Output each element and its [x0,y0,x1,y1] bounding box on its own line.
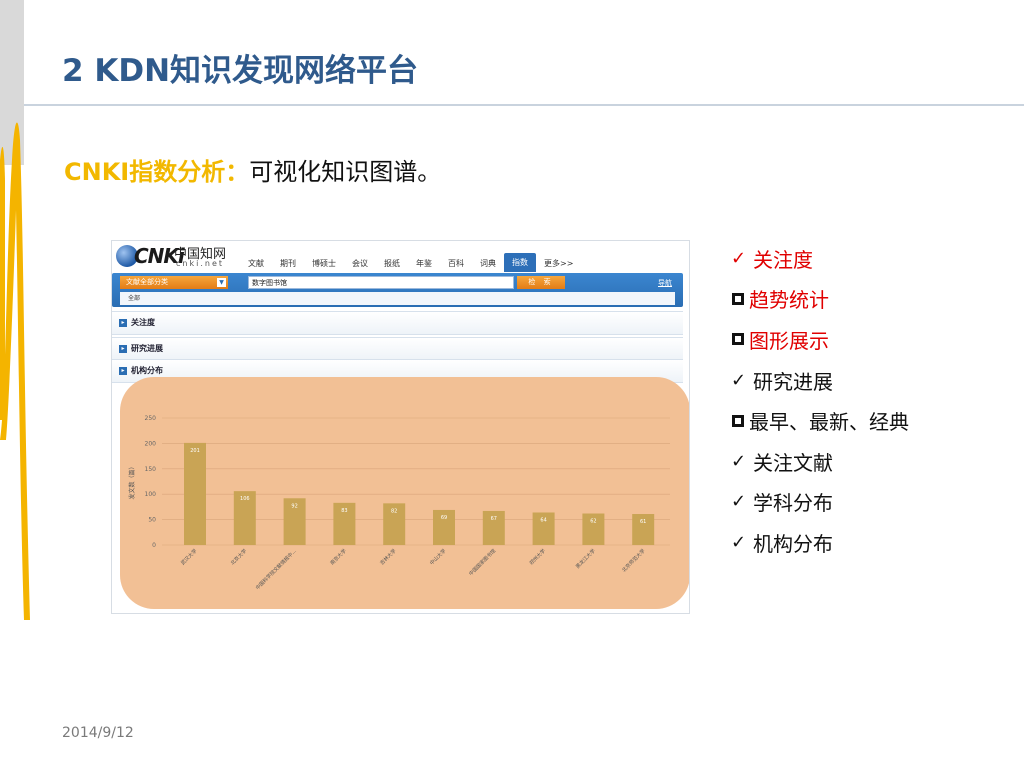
x-tick-label: 中山大学 [428,547,447,566]
x-tick-label: 北京师范大学 [620,547,646,573]
tab-qikan[interactable]: 期刊 [272,255,304,272]
bar-value-label: 83 [341,508,347,514]
section-attention[interactable]: ▸ 关注度 [112,311,683,335]
section-research-label: 研究进展 [131,344,163,353]
tab-huiyi[interactable]: 会议 [344,255,376,272]
slide-subtitle: CNKI指数分析：可视化知识图谱。 [64,152,441,187]
check-item-label: 趋势统计 [749,288,829,313]
search-button[interactable]: 检 索 [517,276,565,289]
bar-value-label: 69 [441,515,447,521]
check-item: 趋势统计 [731,279,909,320]
bar-value-label: 92 [291,503,297,509]
check-icon: ✓ [731,531,747,553]
slide-title: 2 KDN知识发现网络平台 [62,53,419,89]
square-bullet-icon [732,333,744,346]
x-tick-label: 郑州大学 [528,547,547,566]
check-icon: ✓ [731,450,747,472]
bar [184,442,206,545]
y-tick-label: 250 [145,415,157,422]
tab-nianjian[interactable]: 年鉴 [408,255,440,272]
check-item-label: 研究进展 [753,369,833,394]
bar-value-label: 64 [540,517,546,523]
left-decoration [0,122,30,620]
y-axis-label: 发文数（篇） [128,463,136,499]
tab-cidian[interactable]: 词典 [472,255,504,272]
section-institution-label: 机构分布 [131,366,163,375]
y-tick-label: 200 [145,440,157,447]
bar-value-label: 67 [491,516,497,522]
logo-domain: cnki.net [176,259,224,268]
x-tick-label: 武汉大学 [179,547,198,566]
square-bullet-icon [732,292,744,305]
square-bullet-icon [732,414,744,427]
cnki-screenshot: CNKi 中国知网 cnki.net 文献 期刊 博硕士 会议 报纸 年鉴 百科… [111,240,690,614]
check-item: ✓ 学科分布 [731,482,909,523]
navigation-link[interactable]: 导航 [658,278,672,288]
check-icon: ✓ [731,491,747,513]
section-research[interactable]: ▸ 研究进展 [112,337,683,361]
check-item-label: 机构分布 [753,531,833,556]
chevron-down-icon: ▼ [217,278,226,287]
tab-zhishu[interactable]: 指数 [504,253,536,272]
bar-value-label: 201 [190,448,200,454]
check-item: 最早、最新、经典 [731,400,909,441]
check-item: ✓ 研究进展 [731,360,909,401]
category-select[interactable]: 文献全部分类 ▼ [120,276,228,289]
institution-bar-chart: 0 50 100 150 200 250 发文数（篇） 201 武汉大学 106 北京大学 92 中国科… [128,415,670,591]
cnki-logo[interactable]: CNKi 中国知网 cnki.net [116,243,234,269]
expand-icon: ▸ [119,319,127,327]
nav-tabs: 文献 期刊 博硕士 会议 报纸 年鉴 百科 词典 指数 更多>> [240,253,581,272]
tab-wenxian[interactable]: 文献 [240,255,272,272]
check-item: ✓ 关注文献 [731,441,909,482]
tab-more[interactable]: 更多>> [536,255,581,272]
y-tick-label: 0 [152,542,156,549]
check-item: 图形展示 [731,319,909,360]
cnki-header: CNKi 中国知网 cnki.net 文献 期刊 博硕士 会议 报纸 年鉴 百科… [112,241,689,273]
feature-checklist: ✓ 关注度 趋势统计 图形展示 ✓ 研究进展 最早、最新、经典 ✓ 关注文献 ✓ 学科分… [731,238,909,563]
tab-boshuoshi[interactable]: 博硕士 [304,255,344,272]
check-item-label: 关注文献 [753,450,833,475]
x-tick-label: 吉林大学 [379,547,398,566]
x-tick-label: 中国国家图书馆 [468,547,498,577]
title-divider [24,104,1024,106]
x-tick-label: 黑龙江大学 [574,547,597,570]
bar-value-label: 61 [640,519,646,525]
check-item-label: 学科分布 [753,491,833,516]
search-bar: 文献全部分类 ▼ 数字图书馆 检 索 导航 全部 [112,273,683,307]
check-icon: ✓ [731,247,747,269]
check-item: ✓ 关注度 [731,238,909,279]
y-tick-label: 50 [148,517,156,524]
tab-baozhi[interactable]: 报纸 [376,255,408,272]
expand-icon: ▸ [119,367,127,375]
tab-baike[interactable]: 百科 [440,255,472,272]
section-attention-label: 关注度 [131,318,155,327]
subtitle-text: 可视化知识图谱。 [249,158,442,186]
bar-value-label: 82 [391,508,397,514]
check-item: ✓ 机构分布 [731,522,909,563]
expand-icon: ▸ [119,345,127,353]
y-tick-label: 150 [145,466,157,473]
bar-value-label: 62 [590,519,596,525]
institution-chart: 0 50 100 150 200 250 发文数（篇） 201 武汉大学 106 北京大学 92 中国科… [120,377,689,609]
scope-filter[interactable]: 全部 [120,292,675,305]
x-tick-label: 中国科学院文献情报中… [254,547,298,591]
check-icon: ✓ [731,369,747,391]
x-tick-label: 北京大学 [229,547,248,566]
y-tick-label: 100 [145,491,157,498]
check-item-label: 图形展示 [749,328,829,353]
search-input[interactable]: 数字图书馆 [248,276,514,289]
x-tick-label: 南京大学 [329,547,348,566]
check-item-label: 最早、最新、经典 [749,410,909,435]
subtitle-highlight: CNKI指数分析： [64,158,250,186]
slide-date: 2014/9/12 [62,725,134,741]
category-select-value: 文献全部分类 [126,278,168,286]
bar-value-label: 106 [240,496,250,502]
check-item-label: 关注度 [753,247,813,272]
